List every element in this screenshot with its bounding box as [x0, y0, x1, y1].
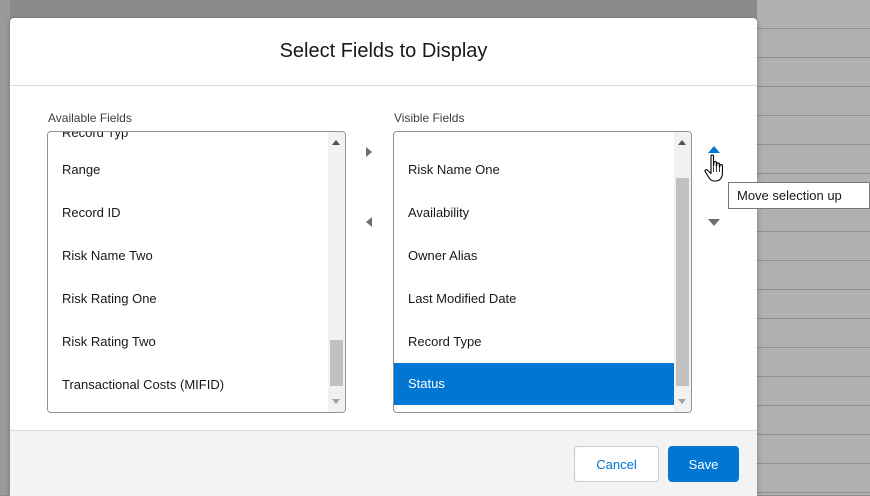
- modal-footer: Cancel Save: [10, 430, 757, 496]
- modal-title: Select Fields to Display: [279, 40, 488, 62]
- visible-scrollbar[interactable]: [674, 132, 691, 412]
- list-item[interactable]: Last Modified Date: [394, 278, 674, 320]
- move-selection-down-button[interactable]: [708, 219, 720, 226]
- visible-fields-label: Visible Fields: [394, 111, 465, 125]
- list-item[interactable]: Risk Rating One: [48, 278, 328, 320]
- available-scrollbar[interactable]: [328, 132, 345, 412]
- select-fields-modal: Select Fields to Display Available Field…: [10, 18, 757, 496]
- list-item[interactable]: Risk Name Two: [48, 235, 328, 277]
- visible-fields-listbox[interactable]: Risk Name One Availability Owner Alias L…: [393, 131, 692, 413]
- move-selection-up-tooltip: Move selection up: [728, 182, 870, 209]
- hand-pointer-icon: [704, 154, 723, 182]
- scrollbar-thumb[interactable]: [330, 340, 343, 386]
- list-item[interactable]: Availability: [394, 192, 674, 234]
- list-item[interactable]: Record Type: [394, 321, 674, 363]
- scroll-down-arrow-icon[interactable]: [678, 399, 686, 404]
- page-background-left: [0, 0, 10, 495]
- move-to-available-button[interactable]: [366, 217, 372, 227]
- cancel-button[interactable]: Cancel: [574, 446, 659, 482]
- list-item[interactable]: Owner Alias: [394, 235, 674, 277]
- modal-header: Select Fields to Display: [10, 18, 757, 86]
- save-button[interactable]: Save: [668, 446, 739, 482]
- list-item[interactable]: Record ID: [48, 192, 328, 234]
- move-to-visible-button[interactable]: [366, 147, 372, 157]
- list-item-selected[interactable]: Status: [394, 363, 674, 405]
- available-fields-listbox[interactable]: Record Typ Range Record ID Risk Name Two…: [47, 131, 346, 413]
- page-background-right: [757, 0, 870, 495]
- list-item[interactable]: Range: [48, 149, 328, 191]
- list-item[interactable]: Transactional Costs (MIFID): [48, 364, 328, 406]
- scroll-up-arrow-icon[interactable]: [332, 140, 340, 145]
- list-item[interactable]: Risk Name One: [394, 149, 674, 191]
- move-selection-up-button[interactable]: [708, 146, 720, 153]
- scrollbar-thumb[interactable]: [676, 178, 689, 386]
- list-item[interactable]: Risk Rating Two: [48, 321, 328, 363]
- scroll-up-arrow-icon[interactable]: [678, 140, 686, 145]
- available-fields-label: Available Fields: [48, 111, 132, 125]
- scroll-down-arrow-icon[interactable]: [332, 399, 340, 404]
